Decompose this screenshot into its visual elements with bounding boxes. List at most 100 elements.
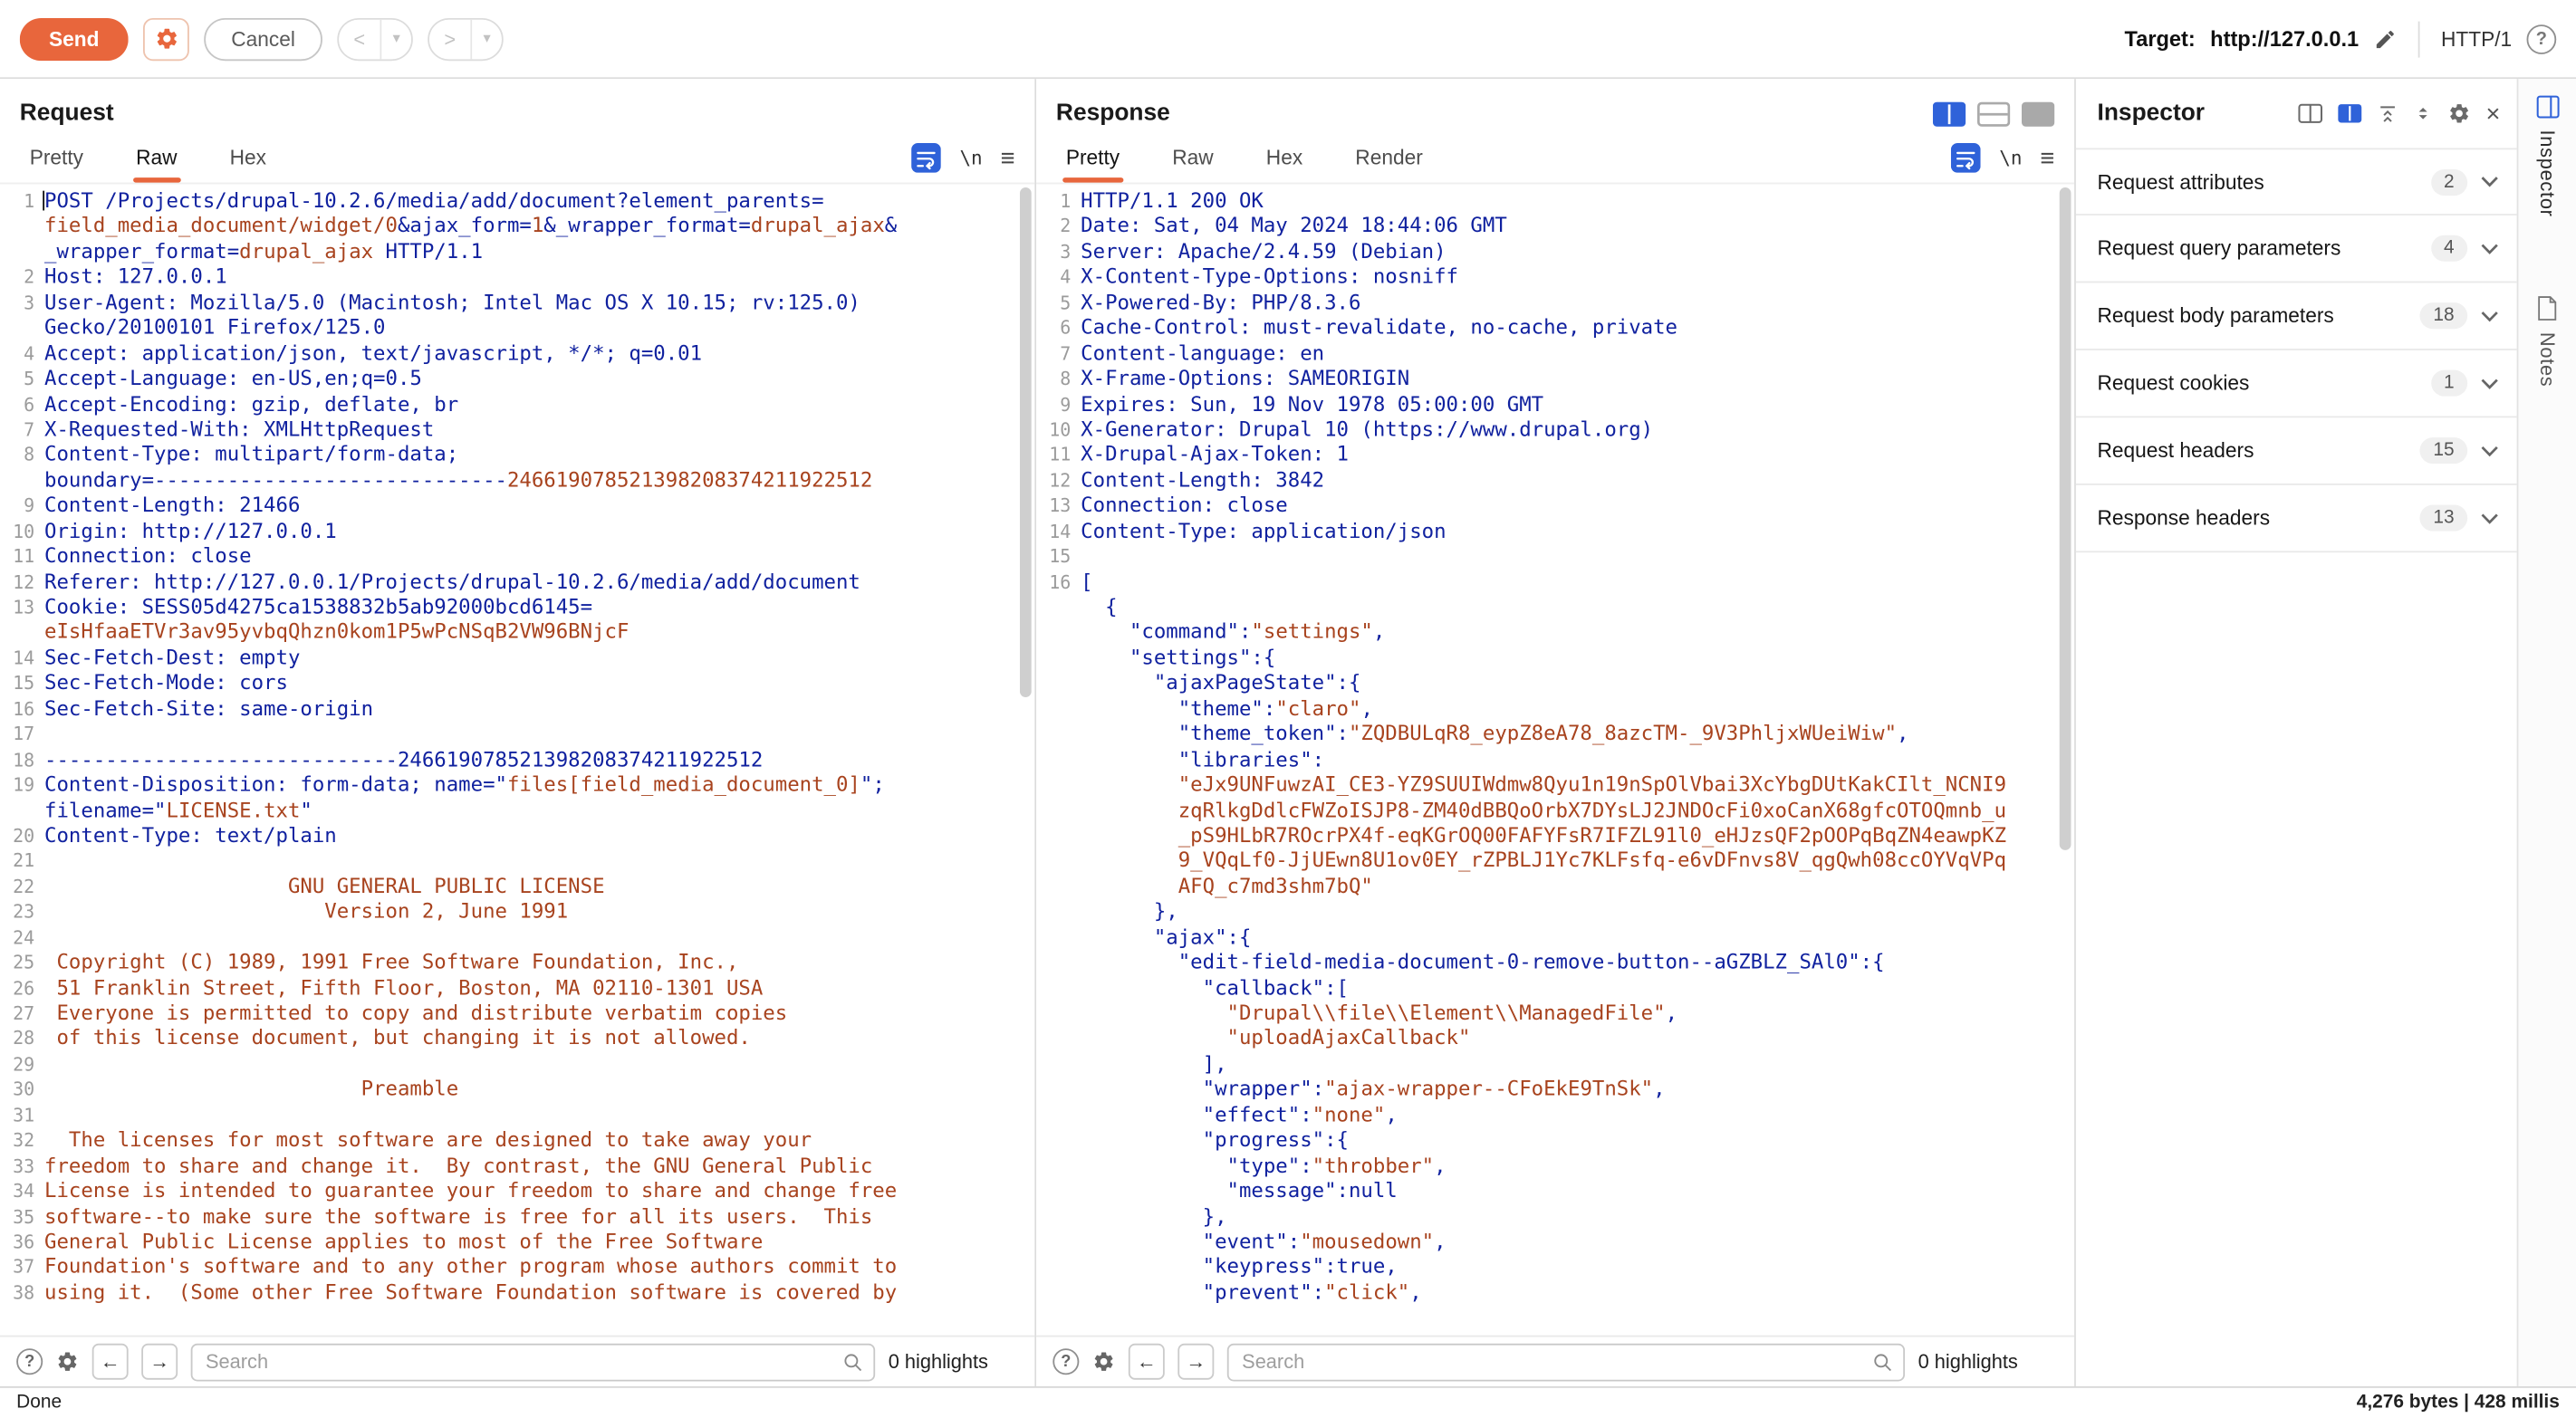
inspector-section-request-query-parameters[interactable]: Request query parameters4 [2076, 216, 2517, 283]
layout-stacked-button[interactable] [1975, 92, 2012, 135]
code-line: "uploadAjaxCallback" [1036, 1027, 2074, 1052]
editor-menu-icon[interactable]: ≡ [1001, 146, 1015, 170]
notes-tab-icon [2536, 296, 2558, 321]
code-line: "ajax":{ [1036, 925, 2074, 951]
editor-menu-icon[interactable]: ≡ [2040, 146, 2054, 170]
inspector-close-icon[interactable]: × [2486, 100, 2501, 128]
inspector-layout-outline-icon[interactable] [2299, 103, 2323, 123]
newline-toggle-icon[interactable]: \n [959, 147, 982, 169]
inspector-section-request-headers[interactable]: Request headers15 [2076, 417, 2517, 484]
code-line: 34License is intended to guarantee your … [0, 1179, 1034, 1204]
response-editor[interactable]: 1HTTP/1.1 200 OK2Date: Sat, 04 May 2024 … [1036, 184, 2074, 1336]
code-line: 4Accept: application/json, text/javascri… [0, 341, 1034, 367]
response-search-input[interactable] [1227, 1343, 1905, 1381]
tab-pretty[interactable]: Pretty [30, 147, 83, 183]
next-match-button[interactable]: → [1177, 1344, 1214, 1380]
code-line: 14Content-Type: application/json [1036, 519, 2074, 544]
code-line: "event":"mousedown", [1036, 1230, 2074, 1255]
tab-hex[interactable]: Hex [230, 147, 266, 183]
layout-columns-button[interactable] [1933, 101, 1966, 126]
code-line: ], [1036, 1052, 2074, 1078]
inspector-layout-filled-icon[interactable] [2338, 103, 2362, 123]
inspector-section-response-headers[interactable]: Response headers13 [2076, 485, 2517, 552]
expand-collapse-icon[interactable] [2414, 103, 2434, 123]
code-line: "theme":"claro", [1036, 697, 2074, 723]
code-line: 11Connection: close [0, 544, 1034, 570]
side-tab-label: Inspector [2536, 129, 2559, 216]
code-line: 3Server: Apache/2.4.59 (Debian) [1036, 240, 2074, 265]
section-count-badge: 4 [2430, 235, 2467, 262]
code-line: 15 [1036, 544, 2074, 570]
tab-raw[interactable]: Raw [136, 147, 177, 183]
main-area: Request PrettyRawHex \n ≡ 1POST /Project… [0, 79, 2576, 1386]
code-line: 18-----------------------------246619078… [0, 748, 1034, 773]
prev-match-button[interactable]: ← [1129, 1344, 1165, 1380]
send-settings-button[interactable] [143, 17, 189, 60]
code-line: 8Content-Type: multipart/form-data; [0, 443, 1034, 468]
code-line: 32 The licenses for most software are de… [0, 1128, 1034, 1154]
scrollbar-thumb[interactable] [1020, 187, 1032, 697]
response-panel: Response PrettyRawHexRender \n ≡ 1HTTP/1… [1036, 79, 2076, 1386]
code-line: 13Connection: close [1036, 493, 2074, 519]
collapse-all-icon[interactable] [2378, 103, 2399, 125]
wrap-lines-icon[interactable] [1952, 143, 1982, 173]
section-label: Request body parameters [2098, 304, 2408, 327]
history-back-button[interactable]: < [339, 19, 381, 59]
code-line: 17 [0, 723, 1034, 748]
newline-toggle-icon[interactable]: \n [1999, 147, 2022, 169]
next-match-button[interactable]: → [141, 1344, 178, 1380]
history-forward-group: > ▾ [428, 17, 504, 60]
code-line: filename="LICENSE.txt" [0, 799, 1034, 824]
code-line: _wrapper_format=drupal_ajax HTTP/1.1 [0, 240, 1034, 265]
section-count-badge: 18 [2420, 302, 2467, 329]
cancel-button[interactable]: Cancel [204, 17, 322, 60]
code-line: 10Origin: http://127.0.0.1 [0, 519, 1034, 544]
target-url: http://127.0.0.1 [2210, 26, 2359, 51]
scrollbar-thumb[interactable] [2060, 187, 2071, 850]
tab-render[interactable]: Render [1355, 147, 1422, 183]
request-panel: Request PrettyRawHex \n ≡ 1POST /Project… [0, 79, 1036, 1386]
side-tab-inspector[interactable]: Inspector [2536, 95, 2559, 216]
code-line: _pS9HLbR7ROcrPX4f-eqKGrOQ00FAFYFsR7IFZL9… [1036, 824, 2074, 849]
help-icon[interactable]: ? [2527, 24, 2557, 53]
section-count-badge: 15 [2420, 437, 2467, 464]
side-tab-notes[interactable]: Notes [2536, 296, 2559, 388]
inspector-section-request-body-parameters[interactable]: Request body parameters 18 [2076, 283, 2517, 350]
code-line: }, [1036, 900, 2074, 925]
inspector-settings-icon[interactable] [2448, 102, 2471, 125]
tab-hex[interactable]: Hex [1266, 147, 1302, 183]
code-line: zqRlkgDdlcFWZoISJP8-ZM40dBBQoOrbX7DYsLJ2… [1036, 799, 2074, 824]
inspector-sections: Request attributes2Request query paramet… [2076, 148, 2517, 552]
search-icon [1872, 1351, 1894, 1373]
inspector-section-request-cookies[interactable]: Request cookies1 [2076, 350, 2517, 417]
request-editor[interactable]: 1POST /Projects/drupal-10.2.6/media/add/… [0, 184, 1034, 1336]
search-settings-icon[interactable] [56, 1351, 79, 1374]
history-back-dropdown-icon[interactable]: ▾ [381, 19, 411, 59]
code-line: "wrapper":"ajax-wrapper--CFoEkE9TnSk", [1036, 1078, 2074, 1103]
request-scrollbar[interactable] [1020, 187, 1032, 1333]
code-line: boundary=-----------------------------24… [0, 468, 1034, 493]
request-search-input[interactable] [191, 1343, 875, 1381]
section-label: Request cookies [2098, 371, 2417, 394]
history-forward-dropdown-icon[interactable]: ▾ [472, 19, 502, 59]
code-line: "settings":{ [1036, 647, 2074, 672]
search-settings-icon[interactable] [1092, 1351, 1115, 1374]
chevron-down-icon [2481, 176, 2499, 187]
wrap-lines-icon[interactable] [912, 143, 942, 173]
code-line: 38using it. (Some other Free Software Fo… [0, 1280, 1034, 1306]
response-scrollbar[interactable] [2060, 187, 2071, 1333]
history-forward-button[interactable]: > [429, 19, 472, 59]
search-help-icon[interactable]: ? [1053, 1349, 1079, 1375]
request-highlights-count: 0 highlights [889, 1351, 988, 1374]
inspector-section-request-attributes[interactable]: Request attributes2 [2076, 148, 2517, 215]
tab-pretty[interactable]: Pretty [1066, 147, 1120, 183]
send-button[interactable]: Send [20, 17, 129, 60]
search-help-icon[interactable]: ? [16, 1349, 43, 1375]
layout-single-button[interactable] [2022, 101, 2054, 126]
tab-raw[interactable]: Raw [1172, 147, 1213, 183]
code-line: 22 GNU GENERAL PUBLIC LICENSE [0, 875, 1034, 900]
prev-match-button[interactable]: ← [92, 1344, 129, 1380]
edit-target-icon[interactable] [2374, 27, 2397, 50]
code-line: 21 [0, 849, 1034, 875]
code-line: "keypress":true, [1036, 1255, 2074, 1280]
